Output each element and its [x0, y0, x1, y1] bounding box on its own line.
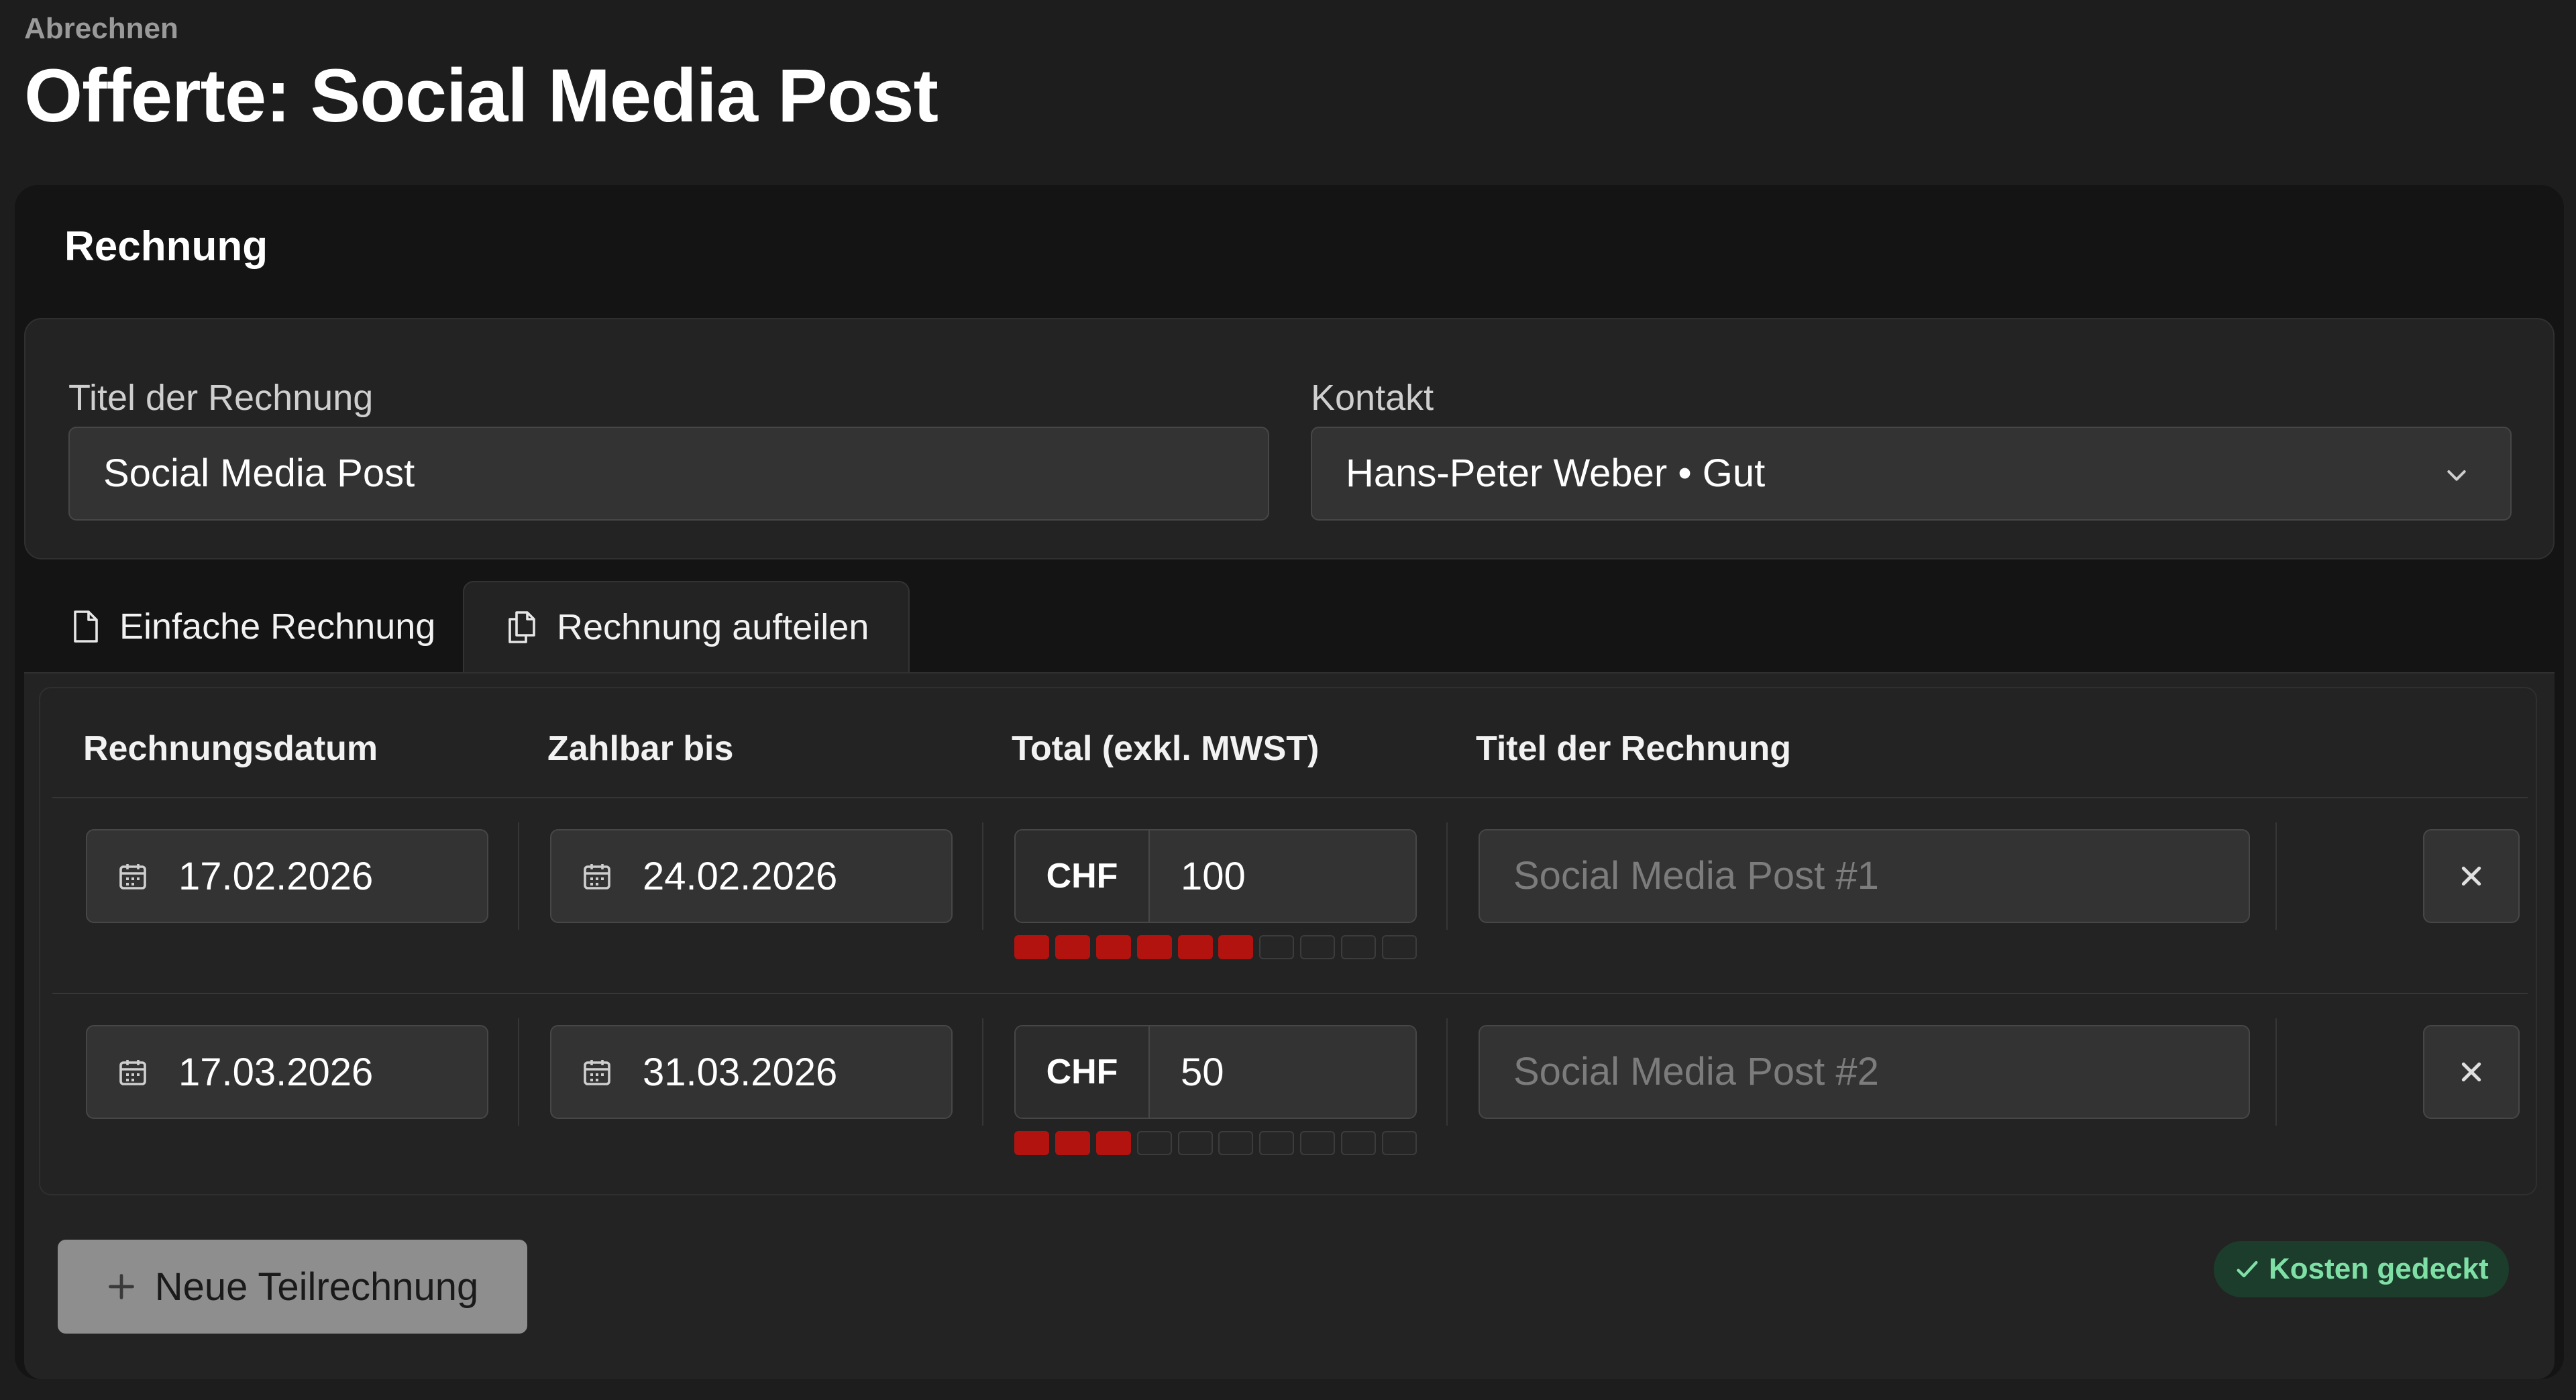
amount-value: 100 [1150, 830, 1415, 922]
due-date-value: 24.02.2026 [643, 854, 838, 898]
tab-simple-invoice[interactable]: Einfache Rechnung [71, 581, 447, 672]
column-header-due-date: Zahlbar bis [547, 729, 734, 768]
share-segment-empty [1218, 1131, 1254, 1155]
share-segment-empty [1381, 1131, 1417, 1155]
share-segment-empty [1300, 935, 1336, 959]
status-badge: Kosten gedeckt [2214, 1241, 2509, 1297]
invoice-date-input[interactable]: 17.03.2026 [86, 1025, 488, 1119]
partial-title-input[interactable]: Social Media Post #2 [1479, 1025, 2250, 1119]
close-icon [2461, 866, 2481, 886]
invoice-date-input[interactable]: 17.02.2026 [86, 829, 488, 923]
share-segment-filled [1055, 1131, 1090, 1155]
breadcrumb[interactable]: Abrechnen [24, 12, 178, 46]
share-segment-empty [1300, 1131, 1336, 1155]
column-divider [982, 822, 983, 930]
chevron-down-icon [2447, 470, 2466, 481]
status-badge-label: Kosten gedeckt [2269, 1252, 2489, 1285]
share-segment-empty [1341, 1131, 1376, 1155]
invoice-date-value: 17.03.2026 [178, 1050, 374, 1094]
share-segment-filled [1055, 935, 1090, 959]
calendar-icon [584, 1060, 610, 1085]
contact-select[interactable]: Hans-Peter Weber • Gut [1311, 427, 2512, 521]
tab-label: Rechnung aufteilen [557, 607, 869, 647]
due-date-input[interactable]: 24.02.2026 [550, 829, 953, 923]
title-label: Titel der Rechnung [68, 378, 374, 418]
column-divider [982, 1018, 983, 1126]
amount-value: 50 [1150, 1026, 1415, 1118]
contact-label: Kontakt [1311, 378, 1434, 418]
close-icon [2461, 1062, 2481, 1082]
share-indicator [1014, 935, 1417, 962]
tab-split-invoice[interactable]: Rechnung aufteilen [463, 581, 910, 672]
column-divider [2275, 822, 2277, 930]
calendar-icon [119, 864, 146, 890]
calendar-icon [584, 864, 610, 890]
row-divider [52, 993, 2528, 994]
share-segment-empty [1341, 935, 1376, 959]
invoice-date-value: 17.02.2026 [178, 854, 374, 898]
invoice-header-panel: Titel der Rechnung Social Media Post Kon… [24, 318, 2555, 559]
column-divider [518, 1018, 519, 1126]
partial-title-input[interactable]: Social Media Post #1 [1479, 829, 2250, 923]
column-divider [1446, 822, 1448, 930]
currency-label: CHF [1016, 830, 1150, 922]
remove-row-button[interactable] [2423, 1025, 2520, 1119]
share-segment-filled [1218, 935, 1254, 959]
share-indicator [1014, 1131, 1417, 1158]
column-divider [1446, 1018, 1448, 1126]
partial-invoice-table: Rechnungsdatum Zahlbar bis Total (exkl. … [39, 687, 2537, 1195]
column-divider [518, 822, 519, 930]
column-header-invoice-date: Rechnungsdatum [83, 729, 378, 768]
check-icon [2237, 1260, 2258, 1278]
invoice-card: Rechnung Titel der Rechnung Social Media… [15, 185, 2564, 1379]
plus-icon [108, 1274, 134, 1299]
share-segment-empty [1177, 1131, 1213, 1155]
column-header-invoice-title: Titel der Rechnung [1476, 729, 1791, 768]
share-segment-empty [1136, 1131, 1172, 1155]
column-divider [2275, 1018, 2277, 1126]
calendar-icon [119, 1060, 146, 1085]
currency-label: CHF [1016, 1026, 1150, 1118]
due-date-value: 31.03.2026 [643, 1050, 838, 1094]
page-title: Offerte: Social Media Post [24, 54, 938, 138]
share-segment-filled [1177, 935, 1213, 959]
contact-select-value: Hans-Peter Weber • Gut [1346, 451, 1766, 495]
share-segment-filled [1014, 1131, 1049, 1155]
share-segment-filled [1136, 935, 1172, 959]
amount-input[interactable]: CHF 100 [1014, 829, 1417, 923]
amount-input[interactable]: CHF 50 [1014, 1025, 1417, 1119]
due-date-input[interactable]: 31.03.2026 [550, 1025, 953, 1119]
document-icon [74, 610, 98, 643]
share-segment-filled [1014, 935, 1049, 959]
share-segment-filled [1095, 935, 1131, 959]
share-segment-filled [1095, 1131, 1131, 1155]
add-partial-invoice-button[interactable]: Neue Teilrechnung [58, 1240, 527, 1334]
copy-documents-icon [508, 611, 535, 643]
invoice-title-input[interactable]: Social Media Post [68, 427, 1269, 521]
header-divider [52, 797, 2528, 798]
share-segment-empty [1259, 935, 1295, 959]
section-title: Rechnung [64, 223, 268, 270]
invoice-mode-tabs: Einfache Rechnung Rechnung aufteilen [24, 581, 2555, 672]
column-header-total: Total (exkl. MWST) [1012, 729, 1320, 768]
tab-label: Einfache Rechnung [119, 606, 436, 647]
add-button-label: Neue Teilrechnung [154, 1264, 479, 1309]
share-segment-empty [1381, 935, 1417, 959]
share-segment-empty [1259, 1131, 1295, 1155]
remove-row-button[interactable] [2423, 829, 2520, 923]
